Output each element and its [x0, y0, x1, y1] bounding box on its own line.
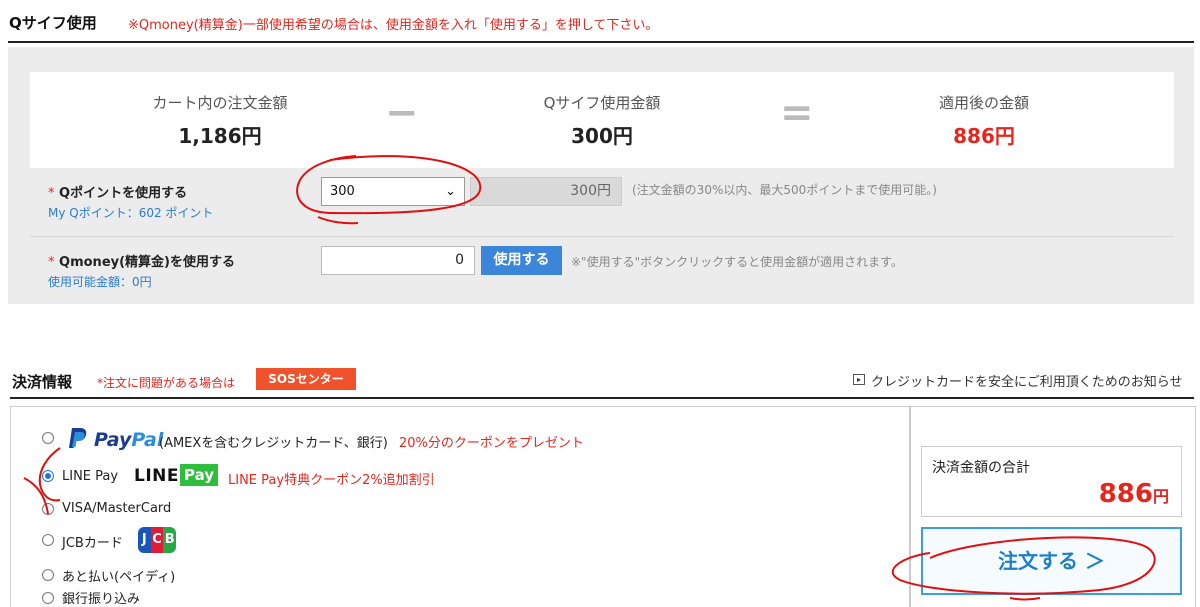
payment-total-unit: 円 — [1152, 487, 1169, 506]
jcb-logo-c: C — [150, 527, 164, 553]
qmoney-label-text: Qmoney(精算金)を使用する — [59, 255, 235, 270]
paypal-logo: PayPal — [94, 429, 163, 451]
amount-summary: カート内の注文金額 1,186円 − Qサイフ使用金額 300円 = 適用後の金… — [30, 72, 1174, 168]
card-safety-notice-link[interactable]: クレジットカードを安全にご利用頂くためのお知らせ — [871, 371, 1182, 390]
after-amount-label: 適用後の金額 — [938, 94, 1029, 112]
cart-amount-value: 1,186円 — [178, 124, 262, 148]
qsaif-use-value: 300円 — [571, 124, 633, 148]
qmoney-available: 使用可能金額：0円 — [48, 275, 152, 289]
line-pay-badge: Pay — [180, 464, 218, 486]
my-qpoint-link[interactable]: My Qポイント：602 ポイント — [48, 204, 213, 221]
chevron-down-icon: ⌄ — [445, 184, 456, 199]
linepay-radio[interactable] — [42, 470, 54, 482]
payment-title: 決済情報 — [12, 373, 73, 391]
paidy-label: あと払い(ペイディ) — [62, 570, 176, 585]
section-rule — [10, 397, 1194, 399]
jcb-radio[interactable] — [42, 534, 54, 546]
qpoint-hint: (注文金額の30%以内、最大500ポイントまで使用可能。) — [632, 183, 937, 197]
use-qmoney-button[interactable]: 使用する — [481, 246, 562, 275]
linepay-label: LINE Pay — [62, 469, 119, 484]
jcb-logo-j: J — [138, 527, 151, 553]
visa-label: VISA/MasterCard — [62, 501, 172, 516]
linepay-promo: LINE Pay特典クーポン2%追加割引 — [228, 473, 435, 488]
paypal-promo: 20%分のクーポンをプレゼント — [399, 436, 584, 451]
qsaif-note: ※Qmoney(精算金)一部使用希望の場合は、使用金額を入れ「使用する」を押して… — [128, 18, 659, 33]
paypal-logo-a: Pay — [94, 429, 132, 451]
visa-radio[interactable] — [42, 503, 54, 515]
qpoint-selected-value: 300 — [330, 184, 355, 199]
required-star: * — [48, 255, 55, 270]
qsaif-title: Qサイフ使用 — [9, 14, 97, 32]
paidy-radio[interactable] — [42, 569, 54, 581]
payment-note: *注文に問題がある場合は — [97, 376, 236, 390]
row-divider — [30, 236, 1174, 237]
qpoint-label: * Qポイントを使用する — [48, 182, 187, 201]
bank-label: 銀行振り込み — [62, 592, 141, 607]
speaker-icon: ▸ — [853, 374, 865, 385]
payment-total-number: 886 — [1098, 479, 1153, 509]
required-star: * — [48, 186, 55, 201]
paypal-icon — [69, 428, 87, 448]
payment-total-card: 決済金額の合計 886円 — [921, 446, 1182, 517]
bank-radio[interactable] — [42, 592, 54, 604]
cart-amount-label: カート内の注文金額 — [152, 94, 288, 112]
qpoint-select[interactable]: 300 ⌄ — [321, 177, 465, 206]
qpoint-amount-display: 300円 — [470, 177, 622, 206]
place-order-button[interactable]: 注文する ＞ — [921, 527, 1182, 595]
jcb-logo: J C B — [138, 527, 177, 553]
paypal-label: (AMEXを含むクレジットカード、銀行) — [159, 436, 388, 451]
paypal-radio[interactable] — [42, 432, 54, 444]
section-rule — [8, 41, 1194, 43]
qmoney-hint: ※"使用する"ボタンクリックすると使用金額が適用されます。 — [571, 255, 903, 269]
jcb-label: JCBカード — [62, 536, 123, 551]
after-amount-value: 886円 — [953, 124, 1015, 148]
jcb-logo-b: B — [163, 527, 177, 553]
qpoint-label-text: Qポイントを使用する — [59, 186, 188, 201]
qsaif-use-label: Qサイフ使用金額 — [543, 94, 661, 112]
payment-total-value: 886円 — [1099, 479, 1169, 509]
qmoney-input[interactable]: 0 — [321, 246, 475, 275]
line-logo: LINE — [134, 466, 179, 486]
payment-total-label: 決済金額の合計 — [932, 460, 1030, 476]
qmoney-label: * Qmoney(精算金)を使用する — [48, 251, 235, 270]
sos-center-button[interactable]: SOSセンター — [256, 368, 356, 390]
